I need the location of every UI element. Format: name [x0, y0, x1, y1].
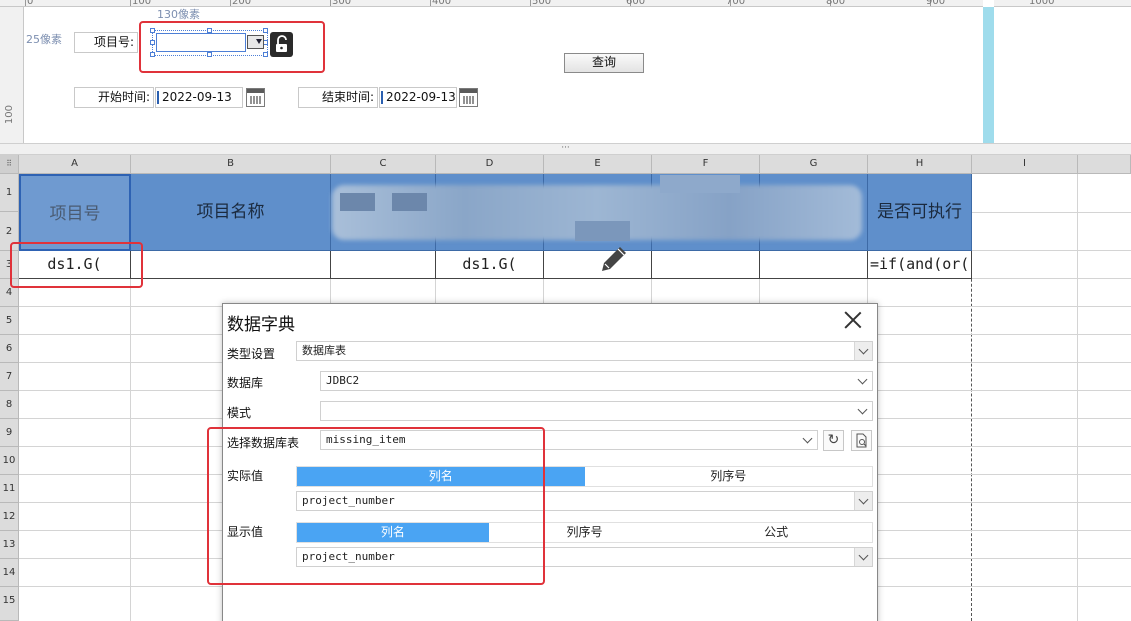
type-setting-select[interactable]: 数据库表	[296, 341, 873, 361]
ruler-label: 600	[626, 0, 646, 7]
tab-formula[interactable]: 公式	[680, 523, 873, 542]
row-header[interactable]: 13	[0, 531, 19, 559]
header-cell-executable[interactable]: 是否可执行	[868, 174, 972, 251]
row-header[interactable]: 9	[0, 419, 19, 447]
row-header[interactable]: 11	[0, 475, 19, 503]
end-date-input[interactable]: 2022-09-13	[379, 87, 457, 108]
select-all-corner[interactable]: ⠿	[0, 155, 19, 174]
chevron-down-icon[interactable]	[854, 548, 872, 566]
ruler-label: 300	[332, 0, 352, 7]
header-cell-project-number[interactable]: 项目号	[19, 174, 131, 251]
redacted-block	[340, 193, 375, 211]
row-header[interactable]: 10	[0, 447, 19, 475]
pencil-icon[interactable]	[598, 243, 630, 275]
redacted-block	[660, 175, 740, 193]
ruler-extension: 1000	[994, 0, 1131, 7]
preview-icon[interactable]	[851, 430, 872, 451]
cell-g3[interactable]	[760, 251, 868, 279]
column-header[interactable]: H	[868, 155, 972, 174]
ruler-label: 800	[826, 0, 846, 7]
redacted-block	[392, 193, 427, 211]
column-header[interactable]: C	[331, 155, 436, 174]
ruler-label: 200	[232, 0, 252, 7]
database-value: JDBC2	[326, 374, 360, 387]
ruler-label: 100	[132, 0, 152, 7]
column-header[interactable]	[1078, 155, 1131, 174]
row-header[interactable]: 1	[0, 174, 19, 212]
canvas-margin	[994, 7, 1131, 143]
calendar-icon[interactable]	[459, 88, 478, 107]
column-header[interactable]: G	[760, 155, 868, 174]
ruler-label: 100	[4, 105, 15, 125]
row-header[interactable]: 12	[0, 503, 19, 531]
row-header[interactable]: 14	[0, 559, 19, 587]
column-header[interactable]: E	[544, 155, 652, 174]
annotation-highlight-cell	[10, 242, 143, 288]
chevron-down-icon[interactable]	[854, 402, 872, 420]
row-header[interactable]: 15	[0, 587, 19, 621]
vertical-ruler: 100	[0, 7, 24, 143]
chevron-down-icon[interactable]	[854, 342, 872, 360]
cell-h3[interactable]: =if(and(or(	[868, 251, 972, 279]
column-header[interactable]: B	[131, 155, 331, 174]
database-label: 数据库	[227, 376, 264, 390]
close-icon[interactable]	[843, 310, 863, 330]
header-cell-project-name[interactable]: 项目名称	[131, 174, 331, 251]
redacted-block	[575, 221, 630, 241]
row-header[interactable]: 7	[0, 363, 19, 391]
chevron-down-icon[interactable]	[854, 372, 872, 390]
row-header[interactable]: 8	[0, 391, 19, 419]
type-setting-label: 类型设置	[227, 347, 276, 361]
cell-d3[interactable]: ds1.G(	[436, 251, 544, 279]
annotation-highlight-dialog	[207, 427, 545, 585]
horizontal-ruler: 0 100 200 300 400 500 600 700 800 900	[0, 0, 983, 7]
dialog-title: 数据字典	[227, 315, 295, 335]
start-time-label: 开始时间:	[74, 87, 154, 108]
tab-column-index[interactable]: 列序号	[584, 467, 872, 486]
database-select[interactable]: JDBC2	[320, 371, 873, 391]
ruler-label: 900	[926, 0, 946, 7]
ruler-label: 700	[726, 0, 746, 7]
start-date-input[interactable]: 2022-09-13	[155, 87, 243, 108]
column-header[interactable]: F	[652, 155, 760, 174]
project-number-label: 项目号:	[74, 32, 138, 53]
ruler-label: 500	[532, 0, 552, 7]
report-designer-window: 0 100 200 300 400 500 600 700 800 900 10…	[0, 0, 1131, 621]
chevron-down-icon[interactable]	[799, 431, 817, 449]
cell-b3[interactable]	[131, 251, 331, 279]
column-header[interactable]: I	[972, 155, 1078, 174]
type-setting-value: 数据库表	[302, 344, 346, 357]
annotation-highlight-widget	[139, 21, 325, 73]
schema-select[interactable]	[320, 401, 873, 421]
row-header[interactable]: 5	[0, 307, 19, 335]
calendar-icon[interactable]	[246, 88, 265, 107]
ruler-label: 1000	[1029, 0, 1055, 7]
cell-f3[interactable]	[652, 251, 760, 279]
column-header[interactable]: D	[436, 155, 544, 174]
panel-splitter[interactable]: ···	[0, 143, 1131, 155]
refresh-icon[interactable]: ↻	[823, 430, 844, 451]
end-time-label: 结束时间:	[298, 87, 378, 108]
schema-label: 模式	[227, 406, 252, 420]
ruler-label: 0	[27, 0, 34, 7]
height-hint: 25像素	[26, 33, 62, 46]
width-hint: 130像素	[157, 8, 200, 21]
ruler-label: 400	[432, 0, 452, 7]
cell-c3[interactable]	[331, 251, 436, 279]
column-header[interactable]: A	[19, 155, 131, 174]
query-button[interactable]: 查询	[564, 53, 644, 73]
canvas-width-marker[interactable]	[983, 7, 994, 143]
chevron-down-icon[interactable]	[854, 492, 872, 510]
row-header[interactable]: 6	[0, 335, 19, 363]
